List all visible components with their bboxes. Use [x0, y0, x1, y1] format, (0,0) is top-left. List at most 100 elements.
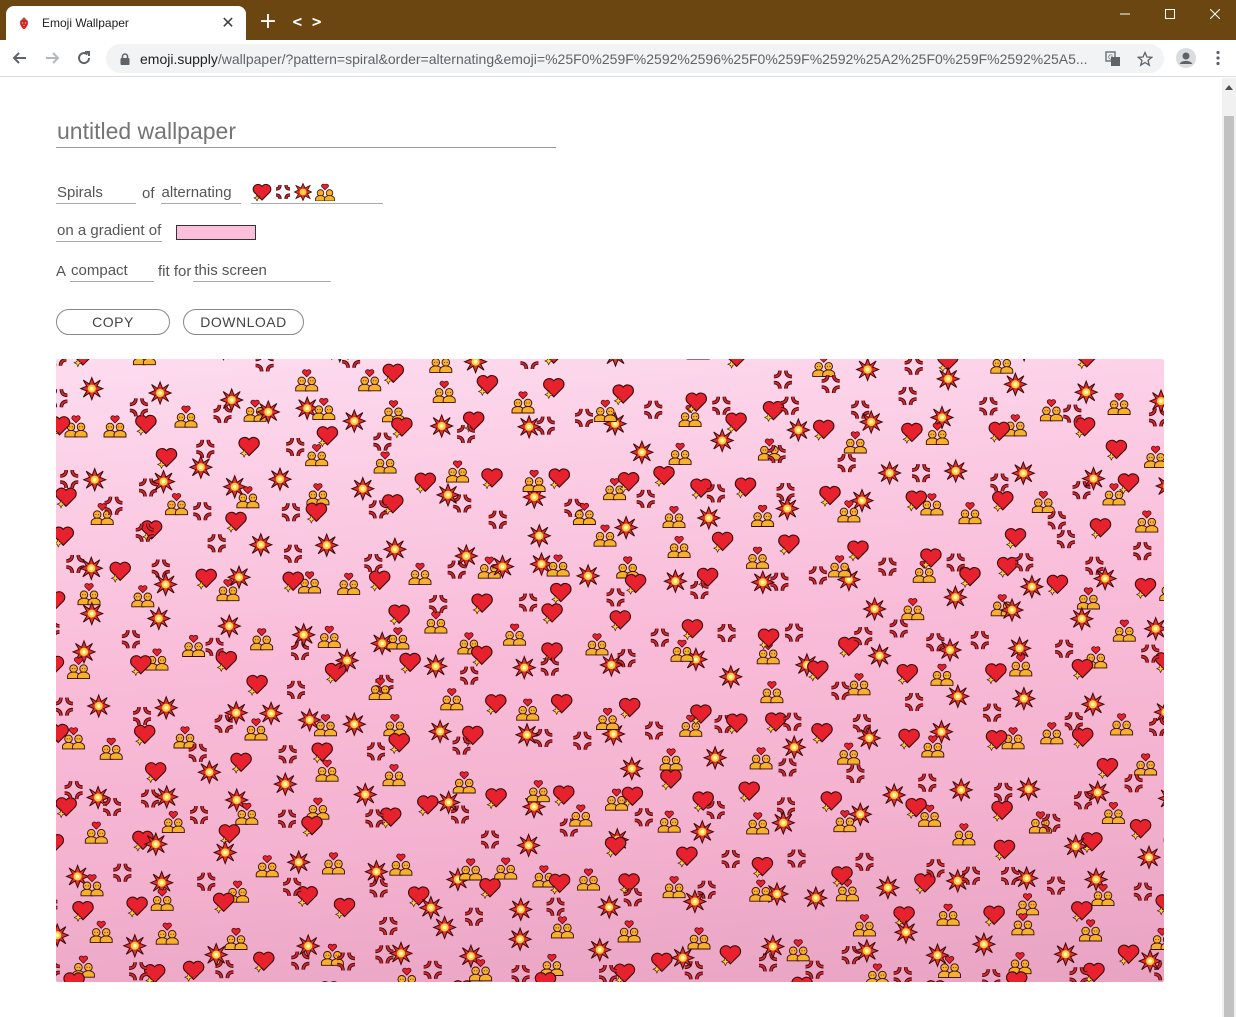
anger-symbol-icon [62, 779, 85, 801]
anger-symbol-icon [710, 394, 733, 417]
forward-arrow-icon[interactable] [38, 44, 66, 72]
sparkling-heart-icon [1005, 971, 1028, 982]
anger-symbol-icon [1063, 710, 1085, 733]
collision-icon [213, 841, 237, 864]
sparkling-heart-icon [305, 502, 328, 524]
minimize-icon[interactable] [1102, 0, 1148, 28]
collision-icon [430, 414, 454, 438]
sparkling-heart-icon [481, 468, 503, 490]
collision-icon [775, 497, 799, 521]
sparkling-heart-icon [550, 582, 572, 604]
pattern-row: Spirals of alternating [56, 182, 383, 204]
sparkling-heart-icon [485, 694, 507, 716]
collision-icon [761, 935, 785, 958]
back-arrow-icon[interactable] [6, 44, 34, 72]
sparkling-heart-icon [992, 491, 1014, 512]
anger-symbol-icon [56, 359, 69, 368]
collision-icon [364, 860, 388, 884]
sparkling-heart-icon [382, 363, 405, 385]
scroll-thumb[interactable] [1224, 116, 1234, 1017]
anger-symbol-icon [211, 403, 234, 425]
download-button[interactable]: DOWNLOAD [183, 309, 304, 335]
couple-with-heart-icon [452, 771, 476, 794]
couple-with-heart-icon [585, 633, 609, 656]
anger-symbol-icon [253, 359, 276, 374]
anger-symbol-icon [776, 756, 799, 779]
collision-icon [614, 516, 638, 540]
anger-symbol-icon [819, 373, 842, 395]
sparkling-heart-icon [898, 728, 920, 750]
anger-symbol-icon [902, 359, 925, 377]
url-text[interactable]: emoji.supply/wallpaper/?pattern=spiral&o… [140, 51, 1090, 67]
collision-icon [1155, 474, 1164, 498]
sparkling-heart-icon [143, 964, 166, 982]
collision-icon [943, 585, 967, 609]
collision-icon [683, 890, 707, 913]
anger-symbol-icon [992, 781, 1015, 803]
maximize-icon[interactable] [1147, 0, 1193, 28]
collision-icon [1149, 389, 1164, 413]
fit-target-select[interactable]: this screen [193, 262, 332, 282]
collision-icon [703, 746, 727, 770]
browser-tab[interactable]: Emoji Wallpaper ✕ [6, 6, 246, 40]
new-tab-button[interactable]: + [256, 10, 280, 34]
anger-symbol-icon [648, 626, 671, 649]
order-select[interactable]: alternating [160, 184, 241, 204]
anger-symbol-icon [275, 184, 290, 199]
collision-icon [155, 785, 179, 809]
bookmark-star-icon[interactable] [1134, 48, 1156, 70]
anger-symbol-icon [1132, 880, 1154, 903]
reload-icon[interactable] [70, 44, 98, 72]
collision-icon [80, 602, 104, 626]
menu-kebab-icon[interactable] [1204, 44, 1232, 72]
sparkling-heart-icon [896, 663, 919, 685]
collision-icon [876, 876, 900, 900]
sparkling-heart-icon [56, 526, 75, 548]
collision-icon [1017, 777, 1041, 801]
couple-with-heart-icon [165, 492, 188, 516]
address-bar[interactable]: emoji.supply/wallpaper/?pattern=spiral&o… [106, 44, 1164, 73]
translate-icon[interactable]: G [1102, 48, 1124, 70]
gradient-color-swatch[interactable] [176, 225, 257, 240]
anger-symbol-icon [445, 558, 468, 581]
collision-icon [878, 461, 902, 485]
couple-with-heart-icon [746, 812, 770, 835]
couple-with-heart-icon [131, 585, 155, 608]
anger-symbol-icon [772, 368, 794, 391]
page-scrollbar[interactable] [1222, 78, 1236, 1017]
sparkling-heart-icon [612, 384, 634, 406]
sparkling-heart-icon [253, 951, 275, 973]
collision-icon [79, 556, 103, 580]
code-icon[interactable]: < > [292, 10, 322, 34]
pattern-select[interactable]: Spirals [56, 184, 136, 204]
sparkling-heart-icon [1117, 944, 1140, 966]
sparkling-heart-icon [368, 570, 391, 592]
svg-text:G: G [1108, 54, 1113, 62]
sparkling-heart-icon [1134, 577, 1157, 599]
anger-symbol-icon [362, 552, 385, 574]
collision-icon [1000, 598, 1024, 622]
couple-with-heart-icon [577, 868, 600, 891]
anger-symbol-icon [101, 796, 123, 818]
close-tab-icon[interactable]: ✕ [220, 15, 236, 31]
collision-icon [765, 882, 789, 906]
anger-symbol-icon [56, 695, 75, 718]
fit-size-select[interactable]: compact [70, 262, 155, 282]
scroll-up-arrow-icon[interactable] [1222, 78, 1236, 95]
wallpaper-title-input[interactable] [56, 116, 556, 148]
sparkling-heart-icon [725, 412, 747, 434]
couple-with-heart-icon [1159, 578, 1164, 602]
profile-avatar-icon[interactable] [1172, 44, 1200, 72]
close-window-icon[interactable] [1192, 0, 1236, 28]
collision-icon [859, 410, 883, 434]
collision-icon [147, 607, 171, 630]
copy-button[interactable]: COPY [56, 309, 170, 335]
collision-icon [576, 564, 600, 588]
anger-symbol-icon [517, 591, 539, 614]
sparkling-heart-icon [230, 752, 252, 774]
anger-symbol-icon [642, 398, 665, 421]
lock-icon[interactable] [118, 52, 132, 66]
couple-with-heart-icon [295, 369, 319, 392]
emoji-picker[interactable] [250, 182, 383, 204]
anger-symbol-icon [781, 710, 804, 733]
